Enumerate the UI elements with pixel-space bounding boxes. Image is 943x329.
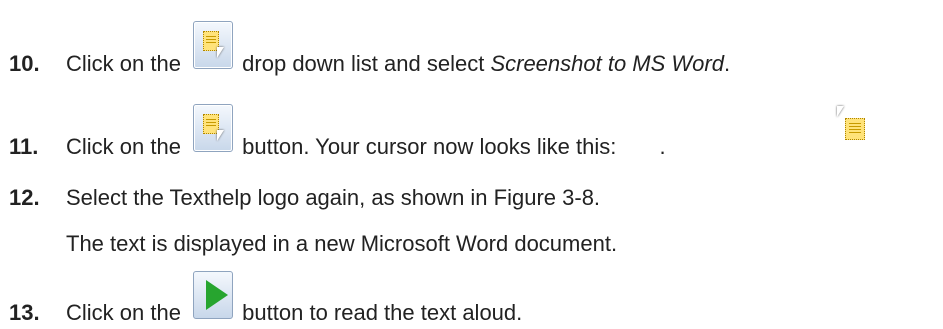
- step-number: 11.: [9, 134, 39, 159]
- menu-option-screenshot-to-ms-word: Screenshot to MS Word: [490, 51, 724, 76]
- play-icon: [206, 280, 228, 310]
- step-text: Click on the button. Your cursor now loo…: [66, 134, 666, 160]
- cursor-arrow-icon: [217, 47, 224, 58]
- step-text-end: .: [659, 134, 666, 159]
- play-button[interactable]: [193, 271, 233, 319]
- step-text-after: button to read the text aloud.: [236, 300, 523, 325]
- step-text-after: button. Your cursor now looks like this:: [236, 134, 623, 159]
- step-text-before: Click on the: [66, 134, 188, 159]
- step-number: 10.: [9, 51, 40, 76]
- step-number: 13.: [9, 300, 40, 325]
- step-text: Click on the drop down list and select S…: [66, 51, 730, 77]
- screenshot-reader-button[interactable]: [193, 21, 233, 69]
- cursor-arrow-icon: [837, 106, 844, 117]
- screenshot-note-icon: [845, 118, 865, 140]
- step-note: The text is displayed in a new Microsoft…: [66, 231, 618, 256]
- screenshot-cursor-icon: [835, 106, 869, 144]
- step-number: 12.: [9, 185, 40, 210]
- step-text-before: Click on the: [66, 300, 188, 325]
- step-text: Select the Texthelp logo again, as shown…: [66, 185, 601, 210]
- step-text: Click on the button to read the text alo…: [66, 300, 522, 326]
- step-text-end: .: [723, 51, 731, 76]
- step-text-before: Click on the: [66, 51, 188, 76]
- cursor-arrow-icon: [217, 130, 224, 141]
- screenshot-reader-button[interactable]: [193, 104, 233, 152]
- step-text-after: drop down list and select: [236, 51, 491, 76]
